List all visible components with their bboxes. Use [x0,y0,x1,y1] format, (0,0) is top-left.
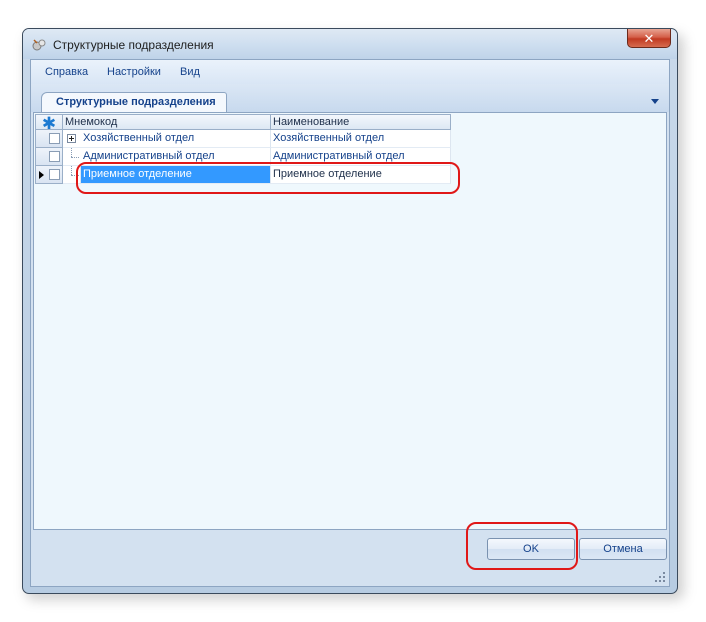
app-icon [32,39,46,51]
menu-help[interactable]: Справка [45,66,88,78]
column-header-code[interactable]: Мнемокод [63,114,271,130]
cell-code[interactable]: Хозяйственный отдел [63,130,271,148]
column-header-name[interactable]: Наименование [271,114,451,130]
tree-line [71,157,79,158]
row-selector[interactable] [35,166,63,184]
row-selector[interactable] [35,148,63,166]
asterisk-icon[interactable]: ✱ [35,114,63,132]
tab-strip: Структурные подразделения [31,84,669,112]
row-checkbox[interactable] [49,133,60,144]
resize-grip-icon[interactable] [655,572,666,583]
chevron-down-icon[interactable] [651,99,659,104]
title-bar[interactable]: Структурные подразделения ✕ [23,29,677,59]
menu-bar: Справка Настройки Вид [31,60,669,85]
row-checkbox[interactable] [49,169,60,180]
dialog-window: Структурные подразделения ✕ Справка Наст… [22,28,678,594]
menu-view[interactable]: Вид [180,66,200,78]
highlight-ok-button [466,522,578,570]
highlight-selected-row [76,162,460,194]
window-title: Структурные подразделения [53,38,214,52]
client-area: Справка Настройки Вид Структурные подраз… [30,59,670,587]
tree-line [71,166,72,175]
cell-name[interactable]: Хозяйственный отдел [271,130,451,148]
row-checkbox[interactable] [49,151,60,162]
row-selector[interactable] [35,130,63,148]
current-row-icon [39,171,44,179]
cancel-button[interactable]: Отмена [579,538,667,560]
expand-icon[interactable] [67,134,76,143]
close-icon: ✕ [643,30,655,46]
menu-settings[interactable]: Настройки [107,66,161,78]
table-row[interactable]: Хозяйственный отдел Хозяйственный отдел [35,130,451,148]
close-button[interactable]: ✕ [627,29,671,48]
tree-line [71,148,72,157]
tab-structural-units[interactable]: Структурные подразделения [41,92,227,112]
